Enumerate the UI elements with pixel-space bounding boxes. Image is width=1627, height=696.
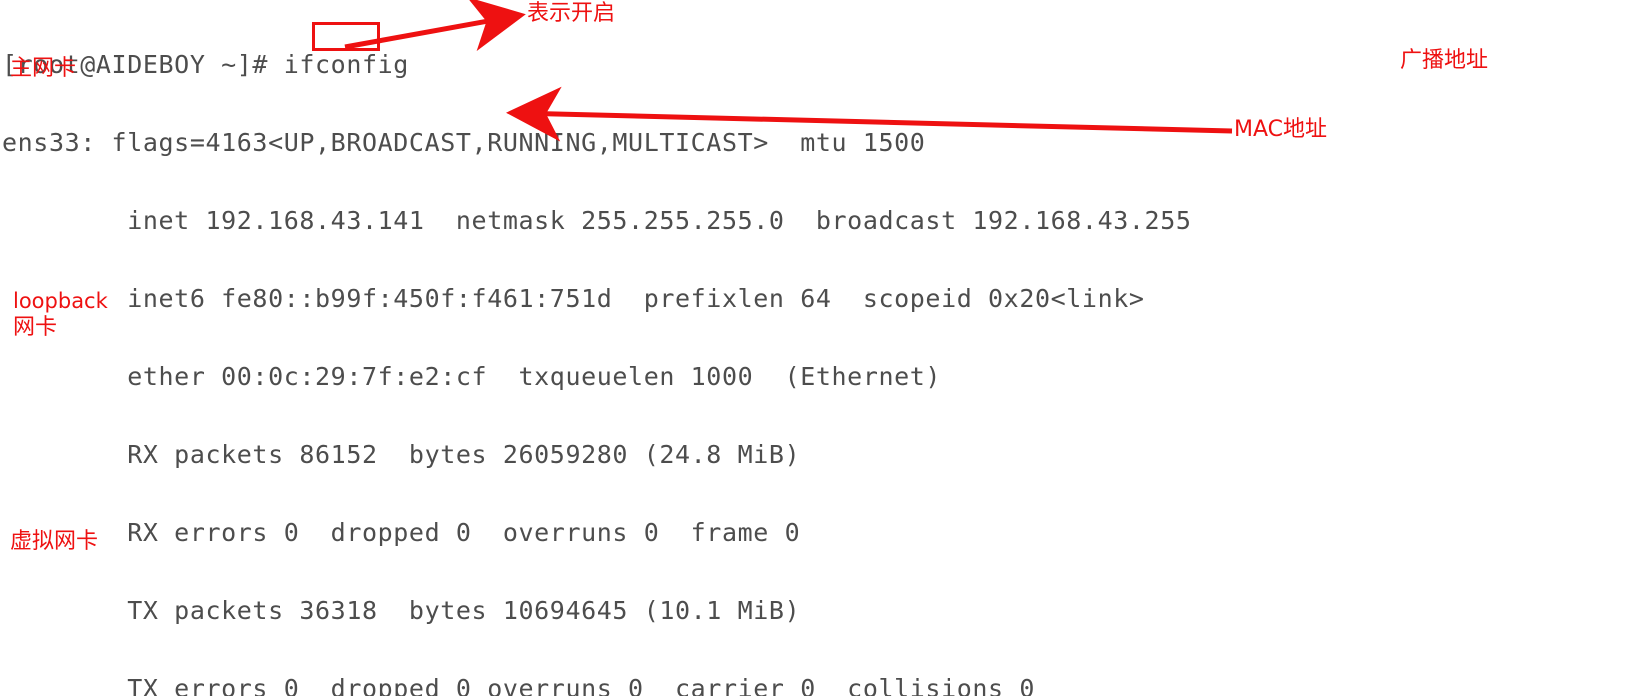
- up-flag-highlight-box: [312, 22, 380, 51]
- terminal-line: inet 192.168.43.141 netmask 255.255.255.…: [2, 206, 1192, 235]
- annotation-loopback-nic-line1: loopback: [13, 289, 108, 313]
- terminal-line: TX errors 0 dropped 0 overruns 0 carrier…: [2, 674, 1035, 696]
- terminal-line: TX packets 36318 bytes 10694645 (10.1 Mi…: [2, 596, 801, 625]
- annotation-broadcast-address: 广播地址: [1400, 48, 1489, 73]
- annotation-mac-address: MAC地址: [1234, 117, 1328, 142]
- terminal-output[interactable]: [root@AIDEBOY ~]# ifconfig ens33: flags=…: [0, 0, 1627, 696]
- terminal-screenshot: [root@AIDEBOY ~]# ifconfig ens33: flags=…: [0, 0, 1627, 696]
- terminal-line: ens33: flags=4163<UP,BROADCAST,RUNNING,M…: [2, 128, 926, 157]
- annotation-primary-nic: 主网卡: [10, 56, 77, 81]
- terminal-line: RX errors 0 dropped 0 overruns 0 frame 0: [2, 518, 801, 547]
- terminal-line: RX packets 86152 bytes 26059280 (24.8 Mi…: [2, 440, 801, 469]
- terminal-line: [root@AIDEBOY ~]# ifconfig: [2, 50, 409, 79]
- terminal-line: ether 00:0c:29:7f:e2:cf txqueuelen 1000 …: [2, 362, 942, 391]
- annotation-loopback-nic-line2: 网卡: [13, 315, 58, 340]
- annotation-up-flag: 表示开启: [527, 1, 616, 26]
- terminal-line: inet6 fe80::b99f:450f:f461:751d prefixle…: [2, 284, 1145, 313]
- annotation-virtual-nic: 虚拟网卡: [10, 529, 99, 554]
